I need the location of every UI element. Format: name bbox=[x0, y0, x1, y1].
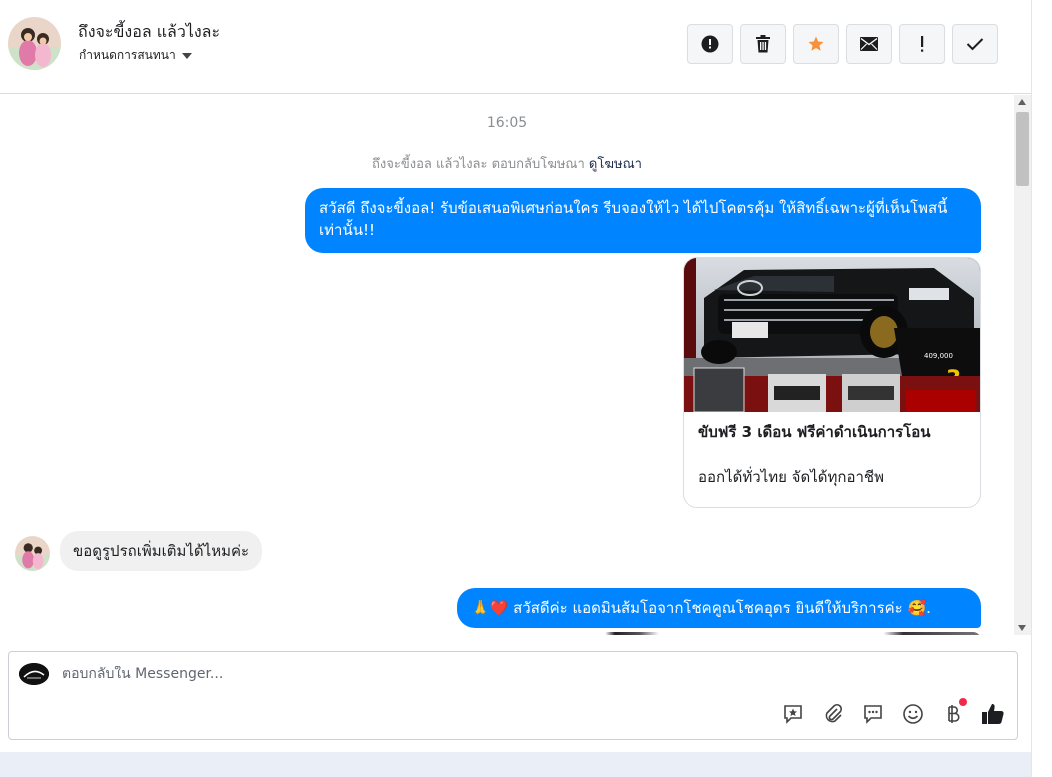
scroll-thumb[interactable] bbox=[1016, 112, 1029, 186]
contact-avatar-small bbox=[15, 536, 50, 571]
saved-reply-icon bbox=[784, 705, 802, 724]
star-button[interactable] bbox=[793, 24, 839, 64]
composer-tools bbox=[781, 698, 1005, 726]
ad-card-message[interactable]: 409,000 3 ขับฟรี 3 เดือน ฟรีค่าดำเนินการ… bbox=[683, 257, 981, 508]
star-icon bbox=[808, 36, 824, 51]
conversation-title: ถึงจะขี้งอล แล้วไงละ bbox=[78, 22, 221, 41]
ad-reply-note: ถึงจะขี้งอล แล้วไงละ ตอบกลับโฆษณา ดูโฆษณ… bbox=[0, 153, 1014, 174]
baht-payment-icon bbox=[948, 705, 960, 723]
follow-up-button[interactable] bbox=[899, 24, 945, 64]
outgoing-message: 🙏❤️ สวัสดีค่ะ แอดมินส้มโอจากโชคคูณโชคอุด… bbox=[457, 588, 981, 628]
incoming-message: ขอดูรูปรถเพิ่มเติมได้ไหมค่ะ bbox=[60, 531, 263, 571]
ad-card-image: 409,000 3 bbox=[684, 258, 980, 412]
attach-file-button[interactable] bbox=[821, 702, 845, 726]
message-composer bbox=[8, 651, 1018, 740]
chat-bubble-icon bbox=[864, 705, 882, 724]
message-timestamp: 16:05 bbox=[486, 115, 528, 131]
outgoing-message: สวัสดี ถึงจะขี้งอล! รับข้อเสนอพิเศษก่อนใ… bbox=[305, 188, 981, 253]
contact-avatar[interactable] bbox=[8, 17, 61, 70]
reply-input[interactable] bbox=[62, 666, 962, 682]
attachment-icon bbox=[825, 703, 843, 723]
ad-price-text: 409,000 bbox=[924, 352, 953, 360]
payment-button[interactable] bbox=[941, 698, 967, 726]
scroll-up-arrow-icon[interactable] bbox=[1018, 99, 1026, 105]
ad-card-title: ขับฟรี 3 เดือน ฟรีค่าดำเนินการโอน bbox=[698, 423, 931, 441]
thread-scrollbar[interactable] bbox=[1014, 95, 1031, 635]
right-edge-strip bbox=[1031, 0, 1052, 777]
conversation-settings-label: กำหนดการสนทนา bbox=[79, 48, 176, 62]
trash-icon bbox=[756, 35, 770, 53]
ad-reply-text: ถึงจะขี้งอล แล้วไงละ ตอบกลับโฆษณา bbox=[372, 157, 585, 172]
ad-card-description: ออกได้ทั่วไทย จัดได้ทุกอาชีพ bbox=[698, 468, 884, 486]
thumbs-up-icon bbox=[982, 704, 1004, 724]
like-button[interactable] bbox=[981, 702, 1005, 726]
mark-done-button[interactable] bbox=[952, 24, 998, 64]
mark-unread-button[interactable] bbox=[846, 24, 892, 64]
spam-button[interactable] bbox=[687, 24, 733, 64]
emoji-button[interactable] bbox=[901, 702, 925, 726]
next-image-preview bbox=[493, 632, 981, 635]
envelope-icon bbox=[860, 37, 878, 51]
quick-replies-button[interactable] bbox=[861, 702, 885, 726]
conversation-header: ถึงจะขี้งอล แล้วไงละ กำหนดการสนทนา bbox=[0, 0, 1031, 94]
header-actions bbox=[687, 24, 998, 64]
emoji-icon bbox=[903, 704, 923, 724]
message-thread: 16:05 ถึงจะขี้งอล แล้วไงละ ตอบกลับโฆษณา … bbox=[0, 95, 1014, 635]
page-avatar bbox=[19, 663, 49, 685]
check-icon bbox=[966, 38, 984, 51]
conversation-settings-dropdown[interactable]: กำหนดการสนทนา bbox=[79, 46, 192, 65]
conversation-panel: ถึงจะขี้งอล แล้วไงละ กำหนดการสนทนา 16:05… bbox=[0, 0, 1031, 752]
delete-button[interactable] bbox=[740, 24, 786, 64]
scroll-down-arrow-icon[interactable] bbox=[1018, 625, 1026, 631]
notification-dot bbox=[959, 698, 967, 706]
saved-reply-button[interactable] bbox=[781, 702, 805, 726]
caret-down-icon bbox=[181, 52, 192, 59]
alert-circle-icon bbox=[701, 35, 719, 53]
view-ad-link[interactable]: ดูโฆษณา bbox=[589, 157, 642, 172]
exclamation-icon bbox=[921, 36, 924, 52]
